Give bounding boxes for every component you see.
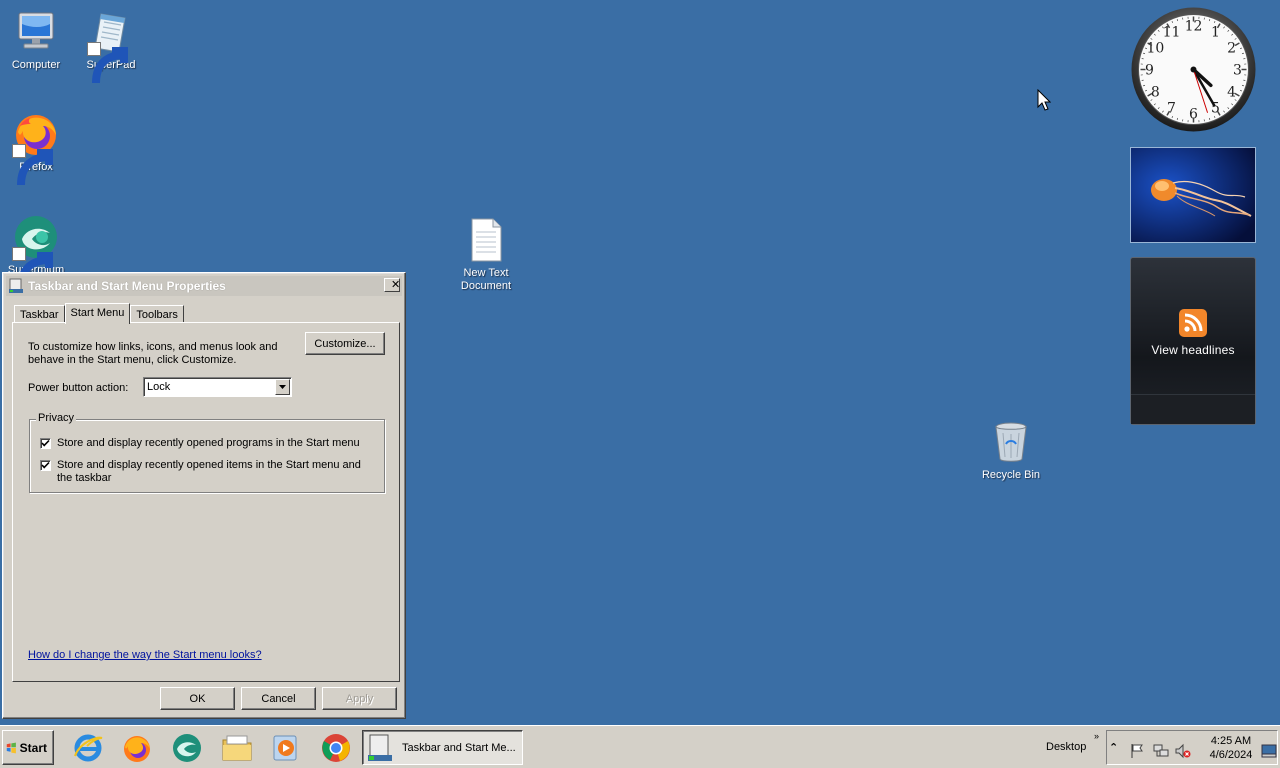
clock-numeral: 3 bbox=[1233, 63, 1242, 79]
clock-numeral: 9 bbox=[1145, 63, 1154, 79]
slideshow-gadget[interactable] bbox=[1130, 147, 1256, 243]
taskbar-button-properties[interactable]: Taskbar and Start Me... bbox=[362, 730, 523, 765]
dialog-tabs: Taskbar Start Menu Toolbars bbox=[14, 303, 184, 324]
task-label: Taskbar and Start Me... bbox=[402, 741, 516, 754]
desktop-toolbar-label[interactable]: Desktop bbox=[1046, 741, 1086, 753]
notepad-icon bbox=[87, 8, 135, 84]
desktop-icon-supermium[interactable]: Supermium bbox=[0, 213, 74, 289]
tab-taskbar[interactable]: Taskbar bbox=[14, 305, 65, 323]
text-document-icon bbox=[462, 216, 510, 264]
power-button-action-value: Lock bbox=[147, 381, 171, 393]
supermium-icon[interactable] bbox=[170, 731, 204, 765]
shortcut-arrow-icon bbox=[12, 247, 53, 289]
clock-numeral: 2 bbox=[1227, 41, 1236, 57]
tab-toolbars[interactable]: Toolbars bbox=[130, 305, 184, 323]
clock-numeral: 11 bbox=[1163, 24, 1181, 40]
close-button[interactable]: ✕ bbox=[384, 278, 400, 292]
computer-icon bbox=[12, 8, 60, 56]
dropdown-arrow-icon[interactable] bbox=[275, 379, 290, 395]
taskbar-start-menu-properties-dialog: Taskbar and Start Menu Properties ✕ Task… bbox=[2, 272, 406, 719]
customize-description: To customize how links, icons, and menus… bbox=[28, 341, 278, 366]
supermium-icon bbox=[12, 213, 60, 289]
mouse-cursor-icon bbox=[1037, 89, 1051, 111]
recycle-bin-icon bbox=[987, 418, 1035, 466]
desktop-icon-superpad[interactable]: SuperPad bbox=[73, 8, 149, 84]
action-center-flag-icon[interactable] bbox=[1129, 743, 1145, 759]
media-player-icon[interactable] bbox=[269, 731, 303, 765]
chrome-icon[interactable] bbox=[319, 731, 353, 765]
start-button[interactable]: Start bbox=[2, 730, 54, 765]
clock-gadget[interactable]: 12 1 2 3 4 5 6 7 8 9 10 11 bbox=[1130, 6, 1257, 133]
clock-numeral: 4 bbox=[1227, 85, 1236, 101]
privacy-group: Privacy Store and display recently opene… bbox=[29, 412, 385, 493]
checkbox-check-icon[interactable] bbox=[40, 438, 51, 449]
desktop-icon-computer[interactable]: Computer bbox=[0, 8, 74, 72]
start-menu-help-link[interactable]: How do I change the way the Start menu l… bbox=[28, 649, 262, 661]
privacy-legend: Privacy bbox=[36, 412, 77, 424]
close-icon: ✕ bbox=[391, 279, 401, 291]
rss-icon bbox=[1179, 309, 1207, 337]
ok-button[interactable]: OK bbox=[160, 687, 235, 710]
power-button-action-label: Power button action: bbox=[28, 382, 129, 394]
start-label: Start bbox=[19, 740, 47, 755]
label-line: New Text bbox=[463, 267, 509, 279]
notification-area: ⌃ 4:25 AM 4/6/2024 bbox=[1106, 730, 1278, 765]
cancel-button[interactable]: Cancel bbox=[241, 687, 316, 710]
checkbox-check-icon[interactable] bbox=[40, 460, 51, 471]
desktop-icon-new-text-document[interactable]: New Text Document bbox=[448, 216, 524, 293]
apply-button[interactable]: Apply bbox=[322, 687, 397, 710]
windows-logo-icon bbox=[6, 742, 16, 753]
clock-numeral: 10 bbox=[1146, 41, 1164, 57]
desktop-icon-label: Computer bbox=[11, 59, 61, 71]
desktop-icon-label: New Text Document bbox=[448, 267, 524, 293]
power-button-action-select[interactable]: Lock bbox=[143, 377, 292, 397]
jellyfish-photo bbox=[1131, 148, 1255, 242]
dialog-title: Taskbar and Start Menu Properties bbox=[28, 279, 226, 293]
feed-headlines-gadget[interactable]: View headlines bbox=[1130, 257, 1256, 425]
network-icon[interactable] bbox=[1153, 743, 1169, 759]
desktop-icon-firefox[interactable]: Firefox bbox=[0, 110, 74, 186]
recent-items-label: Store and display recently opened items … bbox=[57, 459, 361, 484]
feed-footer bbox=[1131, 394, 1255, 424]
dialog-titlebar[interactable]: Taskbar and Start Menu Properties ✕ bbox=[6, 276, 402, 296]
show-hidden-icons-icon[interactable]: ⌃ bbox=[1109, 741, 1125, 757]
recent-items-checkbox[interactable]: Store and display recently opened items … bbox=[40, 459, 362, 485]
shortcut-arrow-icon bbox=[12, 144, 53, 186]
view-headlines-label: View headlines bbox=[1151, 343, 1235, 357]
start-menu-tab-panel: To customize how links, icons, and menus… bbox=[12, 322, 400, 682]
file-explorer-icon[interactable] bbox=[220, 731, 254, 765]
desktop-icon-recycle-bin[interactable]: Recycle Bin bbox=[973, 418, 1049, 482]
recent-programs-label: Store and display recently opened progra… bbox=[57, 437, 360, 449]
taskbar-properties-icon bbox=[368, 734, 392, 761]
volume-muted-icon[interactable] bbox=[1175, 743, 1191, 759]
recent-programs-checkbox[interactable]: Store and display recently opened progra… bbox=[40, 437, 362, 450]
taskbar-properties-icon bbox=[8, 278, 24, 294]
firefox-icon bbox=[12, 110, 60, 186]
clock-numeral: 8 bbox=[1151, 85, 1160, 101]
taskbar: Start Taskbar and Start Me... Desktop » … bbox=[0, 725, 1280, 768]
customize-button[interactable]: Customize... bbox=[305, 332, 385, 355]
internet-explorer-icon[interactable] bbox=[71, 731, 105, 765]
shortcut-arrow-icon bbox=[87, 42, 128, 84]
label-line: Document bbox=[460, 280, 512, 292]
tab-start-menu[interactable]: Start Menu bbox=[64, 303, 131, 324]
clock-face-icon: 12 1234567891011 bbox=[1131, 7, 1256, 132]
clock-time: 4:25 AM bbox=[1210, 735, 1252, 747]
show-desktop-icon[interactable] bbox=[1261, 743, 1277, 759]
clock-date: 4/6/2024 bbox=[1209, 749, 1253, 761]
system-clock[interactable]: 4:25 AM 4/6/2024 bbox=[1203, 734, 1259, 762]
firefox-icon[interactable] bbox=[120, 731, 154, 765]
desktop-icon-label: Recycle Bin bbox=[981, 469, 1041, 481]
toolbar-chevron-icon[interactable]: » bbox=[1094, 731, 1099, 741]
